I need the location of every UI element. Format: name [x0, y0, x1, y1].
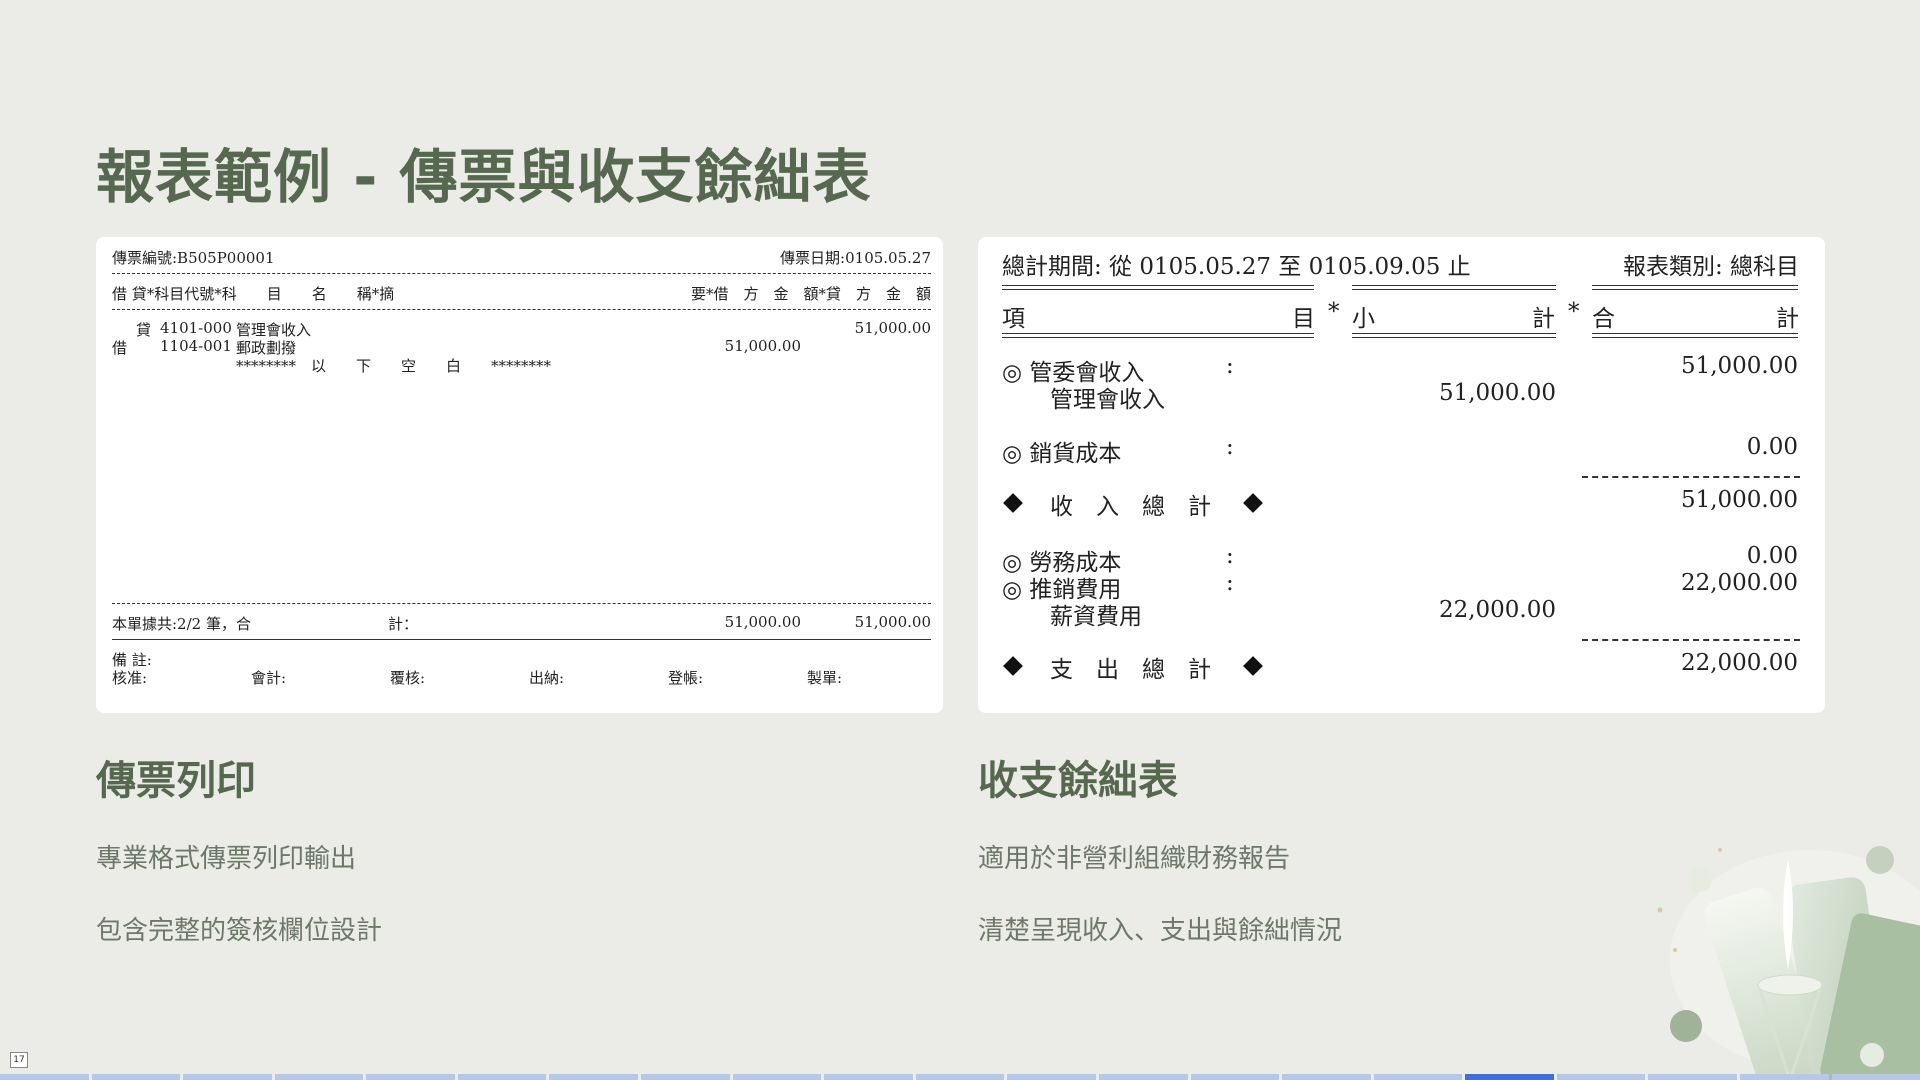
voucher-number: 傳票編號:B505P00001 — [112, 249, 275, 267]
voucher-header-amounts: 要*借 方 金 額*貸 方 金 額 — [690, 285, 931, 303]
signature-approve: 核准: — [112, 669, 148, 687]
progress-segment[interactable] — [274, 1074, 364, 1080]
progress-segment[interactable] — [915, 1074, 1005, 1080]
progress-segment[interactable] — [549, 1074, 639, 1080]
divider — [1582, 639, 1800, 641]
signature-cashier: 出納: — [529, 669, 565, 687]
divider — [1582, 476, 1800, 478]
expense-total-label: 支 出 總 計 — [1050, 657, 1211, 683]
signature-review: 覆核: — [390, 669, 426, 687]
col-separator: * — [1328, 299, 1340, 325]
divider — [112, 309, 931, 310]
diamond-icon — [1003, 656, 1023, 676]
report-line-total: 0.00 — [1746, 434, 1798, 460]
voucher-total-debit: 51,000.00 — [724, 613, 801, 631]
report-line-colon: : — [1226, 434, 1234, 460]
voucher-row-dc: 借 — [112, 339, 128, 357]
report-line-colon: : — [1226, 570, 1234, 596]
report-line-total: 22,000.00 — [1680, 570, 1798, 596]
voucher-bullet: 專業格式傳票列印輸出 — [96, 844, 357, 874]
statement-bullet: 適用於非營利組織財務報告 — [978, 844, 1291, 874]
report-period: 總計期間: 從 0105.05.27 至 0105.09.05 止 — [1002, 254, 1471, 280]
progress-segment[interactable] — [1465, 1074, 1554, 1080]
divider — [1592, 333, 1798, 338]
voucher-bullet: 包含完整的簽核欄位設計 — [96, 916, 383, 946]
voucher-total-label: 本單據共:2/2 筆，合 — [112, 615, 251, 633]
divider — [112, 603, 931, 604]
slide-title: 報表範例 - 傳票與收支餘絀表 — [96, 143, 872, 211]
report-subline-label: 薪資費用 — [1050, 604, 1142, 630]
progress-segment[interactable] — [1556, 1074, 1646, 1080]
progress-segment[interactable] — [1007, 1074, 1096, 1080]
signature-posting: 登帳: — [668, 669, 704, 687]
report-type: 報表類別: 總科目 — [1622, 254, 1799, 280]
col-total-a: 合 — [1592, 306, 1615, 332]
progress-segment[interactable] — [732, 1074, 822, 1080]
progress-segment[interactable] — [366, 1074, 455, 1080]
col-sub-b: 計 — [1532, 306, 1555, 332]
voucher-total-mid: 計： — [388, 615, 419, 633]
signature-accounting: 會計: — [251, 669, 287, 687]
income-total-amount: 51,000.00 — [1680, 487, 1798, 513]
col-separator: * — [1568, 299, 1580, 325]
decorative-illustration — [1657, 846, 1920, 1080]
divider — [1002, 285, 1314, 290]
progress-segment[interactable] — [1648, 1074, 1737, 1080]
signature-prepared: 製單: — [807, 669, 843, 687]
voucher-preview-card: 傳票編號:B505P00001 傳票日期:0105.05.27 借 貸*科目代號… — [96, 237, 943, 713]
divider — [1002, 333, 1314, 338]
progress-segment[interactable] — [824, 1074, 913, 1080]
diamond-icon — [1243, 493, 1263, 513]
diamond-icon — [1243, 656, 1263, 676]
col-item-b: 目 — [1292, 306, 1315, 332]
col-sub-a: 小 — [1352, 306, 1375, 332]
progress-segment[interactable] — [0, 1074, 89, 1080]
report-line-colon: : — [1226, 353, 1234, 379]
report-line-colon: : — [1226, 543, 1234, 569]
divider — [1592, 285, 1798, 290]
statement-section-heading: 收支餘絀表 — [978, 758, 1178, 804]
progress-segment[interactable] — [457, 1074, 547, 1080]
voucher-row-code: 1104-001 — [160, 337, 232, 355]
progress-segment[interactable] — [91, 1074, 181, 1080]
slide-progress-bar[interactable] — [0, 1074, 1920, 1080]
voucher-row-code: 4101-000 — [160, 319, 232, 337]
diamond-icon — [1003, 493, 1023, 513]
report-line-total: 0.00 — [1746, 543, 1798, 569]
col-total-b: 計 — [1776, 306, 1799, 332]
progress-segment[interactable] — [1190, 1074, 1280, 1080]
progress-segment[interactable] — [1282, 1074, 1371, 1080]
progress-segment[interactable] — [183, 1074, 272, 1080]
progress-segment[interactable] — [1373, 1074, 1463, 1080]
voucher-row-dc: 貸 — [136, 321, 152, 339]
col-item-a: 項 — [1002, 306, 1025, 332]
report-subline-amount: 22,000.00 — [1438, 597, 1556, 623]
progress-segment[interactable] — [1098, 1074, 1188, 1080]
progress-segment[interactable] — [641, 1074, 730, 1080]
progress-segment[interactable] — [1831, 1074, 1920, 1080]
divider — [1352, 333, 1556, 338]
divider — [1352, 285, 1556, 290]
voucher-section-heading: 傳票列印 — [96, 758, 256, 804]
page-number: 17 — [10, 1052, 28, 1068]
divider — [112, 639, 931, 640]
expense-total-amount: 22,000.00 — [1680, 650, 1798, 676]
divider — [112, 273, 931, 274]
report-subline-label: 管理會收入 — [1050, 387, 1165, 413]
statement-preview-card: 總計期間: 從 0105.05.27 至 0105.09.05 止 報表類別: … — [978, 237, 1825, 713]
progress-segment[interactable] — [1739, 1074, 1829, 1080]
report-line-label: ◎ 銷貨成本 — [1002, 441, 1122, 467]
voucher-header-columns: 借 貸*科目代號*科 目 名 稱*摘 — [112, 285, 395, 303]
voucher-total-credit: 51,000.00 — [854, 613, 931, 631]
statement-bullet: 清楚呈現收入、支出與餘絀情況 — [978, 916, 1343, 946]
report-line-total: 51,000.00 — [1680, 353, 1798, 379]
report-subline-amount: 51,000.00 — [1438, 380, 1556, 406]
voucher-row-debit: 51,000.00 — [724, 337, 801, 355]
voucher-row-credit: 51,000.00 — [854, 319, 931, 337]
income-total-label: 收 入 總 計 — [1050, 494, 1211, 520]
voucher-blank-marker: ******** 以 下 空 白 ******** — [236, 357, 552, 375]
voucher-date: 傳票日期:0105.05.27 — [780, 249, 931, 267]
